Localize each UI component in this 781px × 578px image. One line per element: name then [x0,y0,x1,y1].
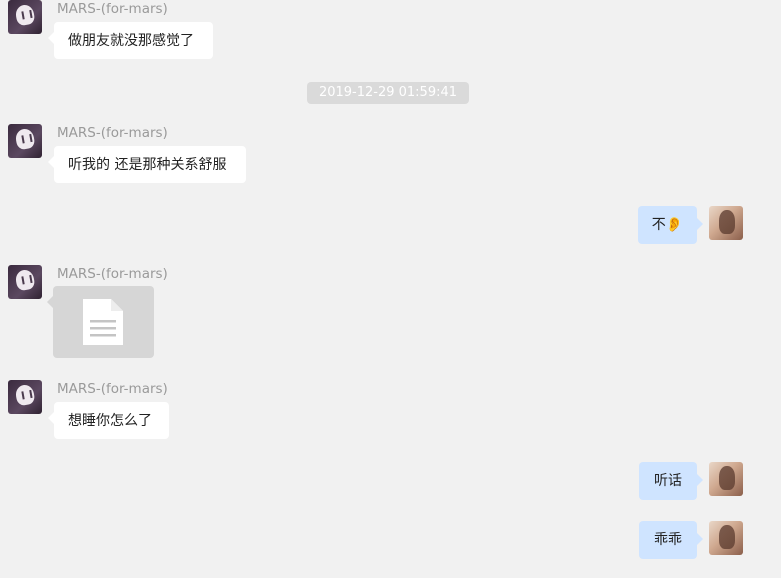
chat-history: MARS-(for-mars) 做朋友就没那感觉了 2019-12-29 01:… [0,0,781,578]
sender-avatar[interactable] [8,124,42,158]
avatar-image-icon [14,383,36,407]
chat-timestamp: 2019-12-29 01:59:41 [307,82,469,104]
message-bubble-incoming[interactable]: 想睡你怎么了 [48,402,169,439]
file-attachment[interactable] [47,286,154,358]
my-avatar[interactable] [709,521,743,555]
my-avatar[interactable] [709,206,743,240]
message-bubble-outgoing[interactable]: 不👂 [638,206,703,244]
avatar-image-icon [14,3,36,27]
sender-name: MARS-(for-mars) [57,125,168,141]
avatar-image-icon [14,268,36,292]
message-bubble-incoming[interactable]: 做朋友就没那感觉了 [48,22,213,59]
sender-avatar[interactable] [8,0,42,34]
avatar-image-icon [14,127,36,151]
message-bubble-outgoing[interactable]: 听话 [639,462,703,500]
sender-name: MARS-(for-mars) [57,266,168,282]
my-avatar[interactable] [709,462,743,496]
message-bubble-incoming[interactable]: 听我的 还是那种关系舒服 [48,146,246,183]
avatar-image-icon [719,466,735,490]
sender-avatar[interactable] [8,380,42,414]
sender-avatar[interactable] [8,265,42,299]
message-bubble-outgoing[interactable]: 乖乖 [639,521,703,559]
avatar-image-icon [719,210,735,234]
avatar-image-icon [719,525,735,549]
file-icon [83,299,123,345]
sender-name: MARS-(for-mars) [57,381,168,397]
sender-name: MARS-(for-mars) [57,1,168,17]
